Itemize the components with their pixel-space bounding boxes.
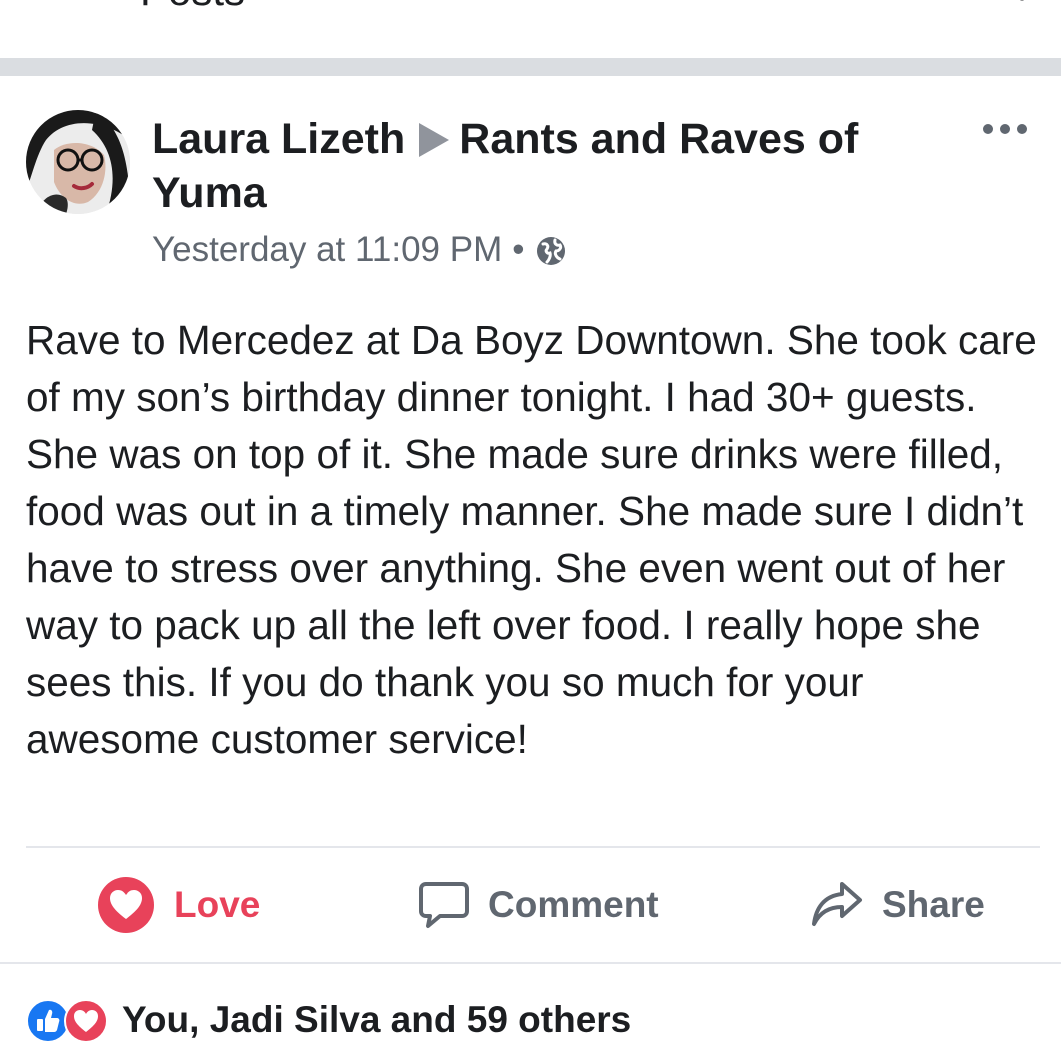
share-button[interactable]: Share (810, 870, 985, 940)
love-label: Love (174, 884, 261, 925)
search-icon[interactable] (970, 0, 1030, 20)
reactions-text: You, Jadi Silva and 59 others (122, 999, 632, 1040)
post-body: Rave to Mercedez at Da Boyz Downtown. Sh… (26, 317, 1037, 762)
post-timestamp[interactable]: Yesterday at 11:09 PM (152, 230, 502, 269)
avatar-photo (26, 110, 130, 214)
comment-bubble-icon (419, 882, 469, 928)
avatar[interactable] (26, 110, 130, 214)
author-name[interactable]: Laura Lizeth (152, 115, 405, 163)
page-title: Posts (140, 0, 245, 12)
reactions-divider (0, 962, 1061, 964)
meta-separator: • (512, 230, 525, 269)
top-app-bar: Posts (0, 0, 1061, 58)
love-button[interactable]: Love (96, 870, 260, 940)
section-divider (0, 58, 1061, 76)
post-meta: Yesterday at 11:09 PM • (152, 228, 567, 272)
comment-label: Comment (488, 884, 659, 925)
back-arrow-icon[interactable] (40, 0, 70, 4)
share-arrow-icon (812, 882, 862, 926)
shared-to-arrow-icon (419, 123, 450, 157)
reactions-summary[interactable]: You, Jadi Silva and 59 others (26, 992, 631, 1048)
love-reaction-icon (98, 877, 154, 933)
actions-divider (26, 846, 1040, 848)
more-options-icon[interactable] (982, 122, 1028, 136)
reaction-icons (26, 995, 110, 1045)
love-icon (64, 999, 108, 1043)
comment-button[interactable]: Comment (418, 870, 659, 940)
share-label: Share (882, 884, 985, 925)
post-header: Laura Lizeth Rants and Raves of Yuma (152, 112, 912, 220)
globe-icon (536, 237, 565, 265)
